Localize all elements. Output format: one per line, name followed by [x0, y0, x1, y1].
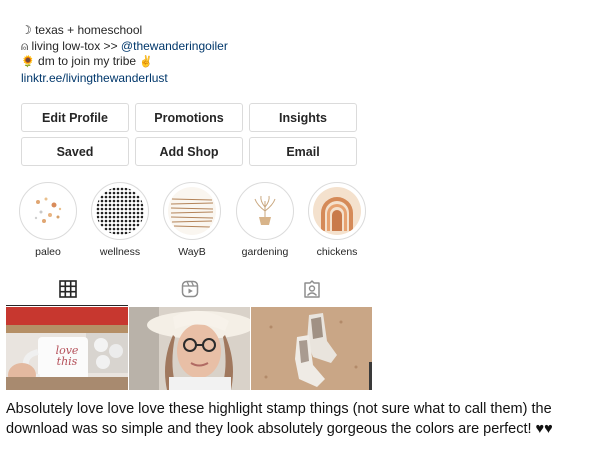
review-comment: Absolutely love love love these highligh…	[6, 401, 553, 437]
highlight-wellness[interactable]: wellness	[90, 182, 150, 258]
post-thumbnail-mug[interactable]: love this	[6, 307, 128, 390]
highlight-ring	[163, 182, 221, 240]
wayb-cover-icon	[168, 187, 216, 235]
highlight-ring	[91, 182, 149, 240]
reels-tab[interactable]	[180, 279, 200, 299]
highlight-ring	[236, 182, 294, 240]
highlight-paleo[interactable]: paleo	[18, 182, 78, 258]
profile-bio: ☽ texas + homeschool ⍝ living low-tox >>…	[21, 23, 228, 86]
peace-hand-icon: ✌	[139, 56, 154, 68]
boots-photo	[251, 307, 372, 390]
bio-line-1: ☽ texas + homeschool	[21, 23, 143, 37]
highlight-ring	[19, 182, 77, 240]
gardening-cover-icon	[241, 187, 289, 235]
bio-line-2: ⍝ living low-tox >> @thewanderingoiler	[21, 39, 228, 55]
highlight-wayb[interactable]: WayB	[162, 182, 222, 258]
edit-profile-button[interactable]: Edit Profile	[21, 103, 129, 132]
highlight-ring	[308, 182, 366, 240]
email-button[interactable]: Email	[249, 137, 357, 166]
highlight-label: WayB	[178, 246, 206, 258]
highlight-gardening[interactable]: gardening	[235, 182, 295, 258]
add-shop-button[interactable]: Add Shop	[135, 137, 243, 166]
promotions-button[interactable]: Promotions	[135, 103, 243, 132]
paleo-cover-icon	[24, 187, 72, 235]
highlight-label: wellness	[99, 246, 141, 258]
insights-button[interactable]: Insights	[249, 103, 357, 132]
post-thumbnail-boots[interactable]	[251, 307, 372, 390]
active-tab-indicator	[6, 305, 128, 306]
bio-line-3: 🌻 dm to join my tribe ✌	[21, 54, 228, 71]
highlight-label: gardening	[241, 246, 289, 258]
post-thumbnail-selfie[interactable]	[129, 307, 250, 390]
selfie-photo	[129, 307, 250, 390]
wellness-cover-icon	[96, 187, 144, 235]
bio-line-2-text: ⍝ living low-tox >>	[21, 38, 121, 53]
highlight-chickens[interactable]: chickens	[307, 182, 367, 258]
chickens-cover-icon	[313, 187, 361, 235]
tagged-tab[interactable]	[302, 279, 322, 299]
tagged-icon	[304, 280, 320, 298]
saved-button[interactable]: Saved	[21, 137, 129, 166]
highlight-label: paleo	[35, 246, 61, 258]
bio-link[interactable]: linktr.ee/livingthewanderlust	[21, 71, 228, 87]
highlight-label: chickens	[316, 246, 358, 258]
bio-line-3-text: dm to join my tribe	[34, 54, 140, 68]
reels-icon	[181, 280, 199, 298]
sunflower-icon: 🌻	[21, 56, 35, 68]
mug-text: love this	[55, 344, 79, 368]
mention-link[interactable]: @thewanderingoiler	[121, 39, 228, 53]
grid-icon	[59, 280, 77, 298]
grid-tab[interactable]	[58, 279, 78, 299]
